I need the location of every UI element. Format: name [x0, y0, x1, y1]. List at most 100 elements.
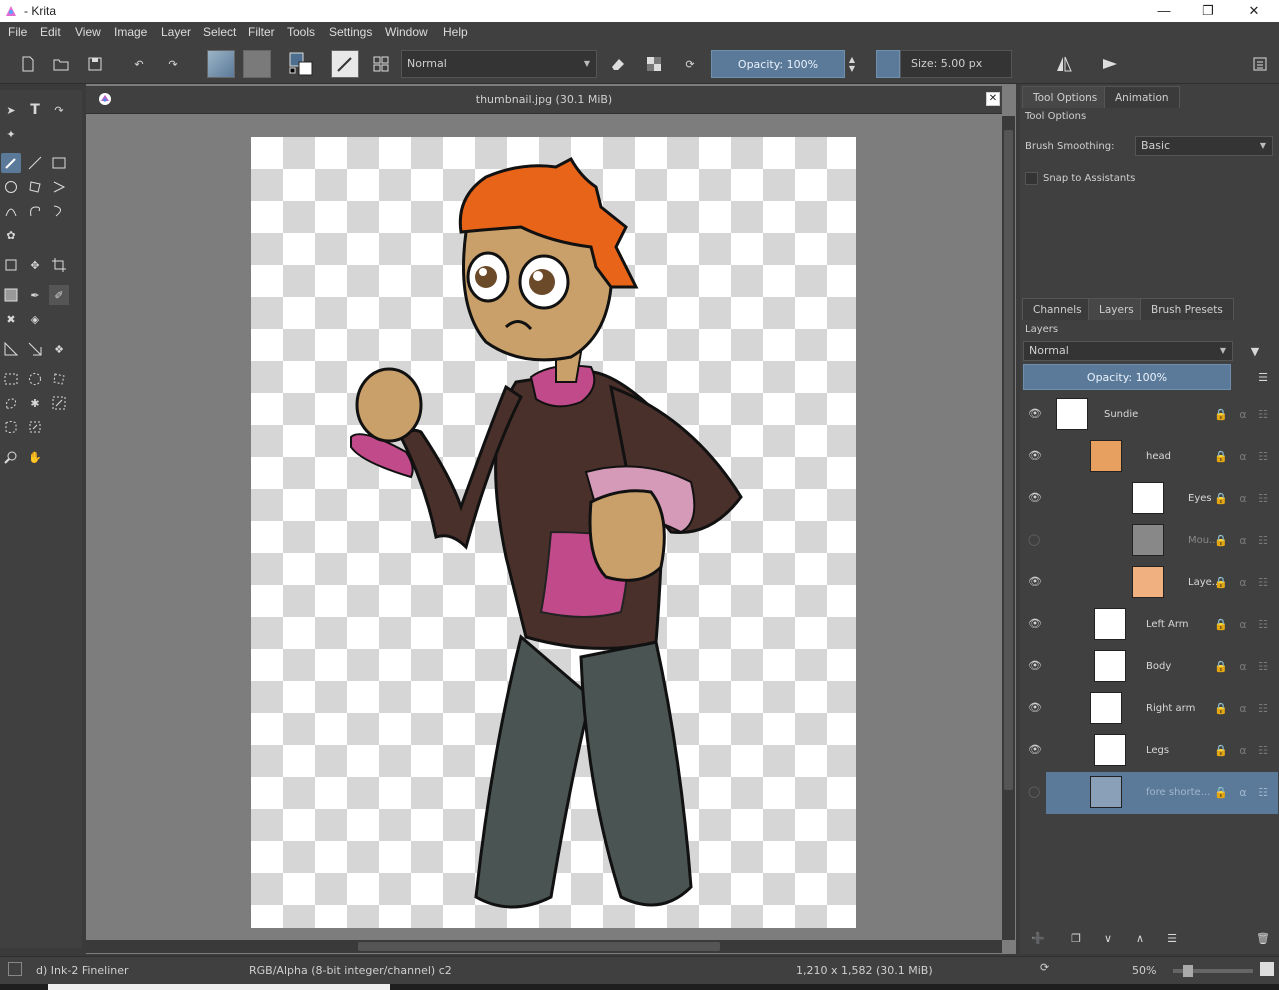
select-shapes-icon[interactable]: ➤: [1, 100, 21, 120]
brush-smoothing-select[interactable]: Basic ▼: [1135, 136, 1273, 156]
mirror-horizontal-icon[interactable]: [1050, 50, 1078, 78]
menu-file[interactable]: File: [8, 25, 27, 39]
layer-lock-alpha-icon[interactable]: 🔒 α ☷: [1214, 450, 1272, 463]
duplicate-layer-icon[interactable]: ❐: [1062, 924, 1090, 952]
layer-blend-mode-select[interactable]: Normal ▼: [1023, 341, 1233, 361]
freehand-select-icon[interactable]: [1, 393, 21, 413]
text-tool-icon[interactable]: T: [25, 100, 45, 120]
redo-icon[interactable]: ↷: [159, 50, 187, 78]
bezier-tool-icon[interactable]: [1, 201, 21, 221]
zoom-slider[interactable]: [1173, 965, 1253, 977]
layer-row[interactable]: 👁 Laye... 🔒 α ☷: [1024, 562, 1278, 604]
eye-icon[interactable]: 👁: [1028, 659, 1042, 673]
fg-bg-color-icon[interactable]: [287, 50, 315, 78]
layer-lock-alpha-icon[interactable]: 🔒 α ☷: [1214, 660, 1272, 673]
document-tab[interactable]: thumbnail.jpg (30.1 MiB) ✕: [86, 86, 1002, 114]
undo-icon[interactable]: ↶: [125, 50, 153, 78]
rect-select-icon[interactable]: [1, 369, 21, 389]
tab-animation[interactable]: Animation: [1104, 86, 1180, 108]
similar-color-select-icon[interactable]: [49, 393, 69, 413]
layer-row[interactable]: 👁 Right arm 🔒 α ☷: [1024, 688, 1278, 730]
move-layer-up-icon[interactable]: ∧: [1126, 924, 1154, 952]
close-document-icon[interactable]: ✕: [986, 92, 1000, 106]
gradient-swatch-icon[interactable]: [207, 50, 235, 78]
close-window-button[interactable]: ✕: [1231, 0, 1277, 22]
blend-mode-select[interactable]: Normal ▼: [401, 50, 597, 78]
mirror-vertical-icon[interactable]: [1096, 50, 1124, 78]
fill-bucket-icon[interactable]: ◈: [25, 309, 45, 329]
horizontal-scroll-thumb[interactable]: [358, 942, 720, 951]
layer-lock-alpha-icon[interactable]: 🔒 α ☷: [1214, 702, 1272, 715]
gradient-tool-icon[interactable]: [1, 285, 21, 305]
tab-layers[interactable]: Layers: [1088, 298, 1145, 320]
size-slider-fill[interactable]: [876, 50, 900, 78]
edit-shapes-icon[interactable]: ✦: [1, 124, 21, 144]
polygon-tool-icon[interactable]: [25, 177, 45, 197]
measure-tool-icon[interactable]: [25, 339, 45, 359]
multibrush-icon[interactable]: ✿: [1, 225, 21, 245]
menu-layer[interactable]: Layer: [161, 25, 191, 39]
dynamic-brush-icon[interactable]: [49, 201, 69, 221]
layer-lock-alpha-icon[interactable]: 🔒 α ☷: [1214, 786, 1272, 799]
menu-edit[interactable]: Edit: [40, 25, 61, 39]
bezier-select-icon[interactable]: [1, 417, 21, 437]
preserve-alpha-icon[interactable]: [640, 50, 668, 78]
reference-pin-icon[interactable]: ❖: [49, 339, 69, 359]
layer-row[interactable]: 👁 Sundie 🔒 α ☷: [1024, 394, 1278, 436]
line-tool-icon[interactable]: [25, 153, 45, 173]
zoom-slider-handle[interactable]: [1183, 965, 1193, 977]
polygon-select-icon[interactable]: [49, 369, 69, 389]
rotate-canvas-icon[interactable]: ⟳: [1040, 961, 1049, 974]
layer-row[interactable]: 👁 head 🔒 α ☷: [1024, 436, 1278, 478]
layer-lock-alpha-icon[interactable]: 🔒 α ☷: [1214, 618, 1272, 631]
magnetic-select-icon[interactable]: [25, 417, 45, 437]
eraser-icon[interactable]: [604, 50, 632, 78]
tab-brush-presets[interactable]: Brush Presets: [1140, 298, 1234, 320]
layer-properties-icon[interactable]: ☰: [1250, 364, 1276, 390]
layer-row[interactable]: 👁 Legs 🔒 α ☷: [1024, 730, 1278, 772]
horizontal-scrollbar[interactable]: [86, 940, 1002, 953]
vertical-scroll-thumb[interactable]: [1004, 130, 1013, 790]
menu-filter[interactable]: Filter: [248, 25, 275, 39]
layer-lock-alpha-icon[interactable]: 🔒 α ☷: [1214, 576, 1272, 589]
rectangle-tool-icon[interactable]: [49, 153, 69, 173]
pan-hand-icon[interactable]: ✋: [25, 447, 45, 467]
layer-row[interactable]: 👁 Eyes 🔒 α ☷: [1024, 478, 1278, 520]
tab-tool-options[interactable]: Tool Options: [1022, 86, 1109, 108]
brush-preset-icon[interactable]: [331, 50, 359, 78]
layer-lock-alpha-icon[interactable]: 🔒 α ☷: [1214, 492, 1272, 505]
eye-icon[interactable]: 👁: [1028, 449, 1042, 463]
tab-channels[interactable]: Channels: [1022, 298, 1093, 320]
layer-row[interactable]: 👁 Body 🔒 α ☷: [1024, 646, 1278, 688]
layer-row[interactable]: 👁 Left Arm 🔒 α ☷: [1024, 604, 1278, 646]
assistant-tool-icon[interactable]: [1, 339, 21, 359]
color-picker-icon[interactable]: ✒: [25, 285, 45, 305]
vertical-scrollbar[interactable]: [1002, 116, 1015, 940]
reload-preset-icon[interactable]: ⟳: [676, 50, 704, 78]
move-layer-down-icon[interactable]: ∨: [1094, 924, 1122, 952]
magic-wand-icon[interactable]: ✱: [25, 393, 45, 413]
menu-help[interactable]: Help: [443, 25, 468, 39]
maximize-button[interactable]: ❐: [1185, 0, 1231, 22]
move-tool-icon[interactable]: ✥: [25, 255, 45, 275]
eye-icon[interactable]: 👁: [1028, 575, 1042, 589]
menu-select[interactable]: Select: [203, 25, 236, 39]
docker-menu-icon[interactable]: [1246, 50, 1274, 78]
save-icon[interactable]: [81, 50, 109, 78]
ellipse-select-icon[interactable]: [25, 369, 45, 389]
menu-window[interactable]: Window: [385, 25, 428, 39]
layer-row[interactable]: ◯ fore shorte... 🔒 α ☷: [1024, 772, 1278, 814]
layer-filter-icon[interactable]: ▼: [1236, 341, 1274, 361]
open-folder-icon[interactable]: [47, 50, 75, 78]
layer-opacity-slider[interactable]: Opacity: 100%: [1023, 364, 1231, 390]
add-layer-icon[interactable]: ➕: [1024, 924, 1052, 952]
menu-view[interactable]: View: [75, 25, 101, 39]
transform-tool-icon[interactable]: [1, 255, 21, 275]
opacity-spinner-icon[interactable]: ▲ ▼: [845, 50, 859, 78]
eye-icon[interactable]: 👁: [1028, 491, 1042, 505]
freehand-brush-icon[interactable]: [1, 153, 21, 173]
snap-to-assistants-checkbox[interactable]: [1025, 172, 1038, 185]
menu-image[interactable]: Image: [114, 25, 147, 39]
fullscreen-icon[interactable]: [1260, 962, 1274, 976]
minimize-button[interactable]: —: [1141, 0, 1187, 22]
